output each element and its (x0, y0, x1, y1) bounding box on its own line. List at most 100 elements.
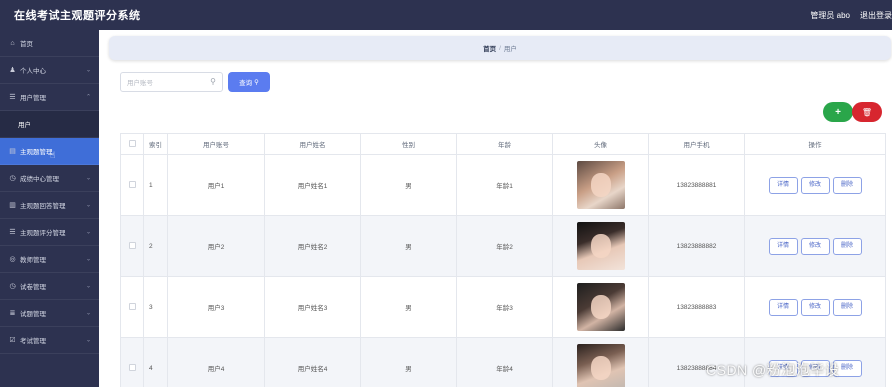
sidebar-item-4[interactable]: ▤ 主观题管理 ☝ (0, 138, 99, 165)
breadcrumb-current: 用户 (503, 46, 517, 53)
table-header-row: 索引 用户账号 用户姓名 性别 年龄 头像 用户手机 操作 (120, 133, 886, 155)
column-header-account: 用户账号 (167, 133, 265, 155)
avatar (576, 161, 625, 209)
column-header-avatar: 头像 (552, 133, 649, 155)
sidebar-item-8[interactable]: ◎ 教师管理 ⌄ (0, 246, 99, 273)
cell-gender: 男 (360, 215, 457, 277)
detail-button[interactable]: 详情 (768, 176, 798, 194)
form-icon: ☑ (9, 337, 16, 344)
watermark: CSDN @粉泡泡毕设 (706, 362, 840, 378)
column-header-index: 索引 (143, 133, 168, 155)
edit-button[interactable]: 修改 (800, 176, 830, 194)
chevron-down-icon: ⌄ (85, 283, 91, 290)
chevron-down-icon: ⌄ (85, 256, 91, 263)
cell-age: 年龄3 (456, 276, 553, 338)
sidebar-item-0[interactable]: ⌂ 首页 (0, 30, 99, 57)
sidebar-item-label: 用户 (18, 122, 31, 129)
search-icon: ⚲ (254, 79, 259, 86)
cell-phone: 13823888882 (648, 215, 745, 277)
cell-account: 用户2 (167, 215, 265, 277)
breadcrumb-home[interactable]: 首页 (483, 43, 496, 53)
delete-button[interactable]: 删除 (832, 237, 862, 255)
app-title: 在线考试主观题评分系统 (14, 10, 141, 22)
cell-index: 4 (143, 337, 168, 387)
row-checkbox-cell[interactable] (120, 337, 144, 387)
sidebar-item-9[interactable]: ◷ 试卷管理 ⌄ (0, 273, 99, 300)
search-icon: ⚲ (210, 77, 216, 86)
sidebar-item-label: 考试管理 (20, 338, 46, 345)
avatar-face (590, 234, 611, 258)
column-header-actions: 操作 (744, 133, 886, 155)
clock-icon: ◷ (9, 175, 16, 182)
search-placeholder: 用户账号 (127, 80, 153, 87)
cell-account: 用户1 (167, 154, 265, 216)
trash-icon: 🗑 (861, 107, 873, 117)
home-icon: ⌂ (10, 39, 15, 47)
admin-user-label: 管理员 abo (810, 10, 850, 20)
row-checkbox[interactable] (128, 241, 136, 249)
avatar (576, 222, 625, 270)
cell-name: 用户姓名4 (264, 337, 361, 387)
sidebar-item-label: 主观题回答管理 (20, 203, 66, 210)
row-checkbox[interactable] (128, 180, 136, 188)
sidebar-item-2[interactable]: ☰ 用户管理 ⌃ (0, 84, 99, 111)
cell-phone: 13823888883 (648, 276, 745, 338)
sidebar-item-7[interactable]: ☰ 主观题评分管理 ⌄ (0, 219, 99, 246)
row-checkbox-cell[interactable] (120, 154, 144, 216)
batch-delete-button[interactable]: 🗑 (852, 102, 882, 122)
search-input[interactable]: 用户账号 ⚲ (120, 72, 223, 92)
row-checkbox[interactable] (128, 302, 136, 310)
detail-button[interactable]: 详情 (768, 298, 798, 316)
delete-button[interactable]: 删除 (832, 176, 862, 194)
cell-account: 用户3 (167, 276, 265, 338)
top-header: 在线考试主观题评分系统 管理员 abo 退出登录 (0, 0, 892, 30)
select-all-checkbox[interactable] (128, 139, 136, 147)
cell-age: 年龄2 (456, 215, 553, 277)
sidebar-item-6[interactable]: ▥ 主观题回答管理 ⌄ (0, 192, 99, 219)
cell-age: 年龄4 (456, 337, 553, 387)
cell-name: 用户姓名2 (264, 215, 361, 277)
row-checkbox-cell[interactable] (120, 276, 144, 338)
sidebar-item-label: 试卷管理 (20, 284, 46, 291)
sidebar-item-5[interactable]: ◷ 成绩中心管理 ⌄ (0, 165, 99, 192)
detail-button[interactable]: 详情 (768, 237, 798, 255)
chevron-up-icon: ⌃ (85, 94, 91, 101)
cell-avatar (552, 337, 649, 387)
sidebar-item-3[interactable]: 用户 (0, 111, 99, 138)
row-checkbox[interactable] (128, 363, 136, 371)
search-button-label: 查询 (239, 80, 253, 87)
add-button[interactable]: + (823, 102, 853, 122)
chevron-down-icon: ⌄ (85, 202, 91, 209)
cell-account: 用户4 (167, 337, 265, 387)
bar-chart-icon: ▥ (9, 202, 16, 209)
sidebar-item-label: 主观题管理 (20, 149, 53, 156)
logout-link[interactable]: 退出登录 (860, 10, 892, 21)
sidebar-item-11[interactable]: ☑ 考试管理 ⌄ (0, 327, 99, 354)
user-icon: ♟ (9, 67, 16, 74)
cell-avatar (552, 154, 649, 216)
cell-name: 用户姓名1 (264, 154, 361, 216)
sidebar-item-1[interactable]: ♟ 个人中心 ⌄ (0, 57, 99, 84)
column-header-name: 用户姓名 (264, 133, 361, 155)
sidebar: ⌂ 首页 ♟ 个人中心 ⌄ ☰ 用户管理 ⌃ 用户 ▤ 主观题管理 ☝ ◷ 成绩中心管理 ⌄ ▥ 主观题回答管理… (0, 30, 99, 387)
user-table: 索引 用户账号 用户姓名 性别 年龄 头像 用户手机 操作 1 用户1 用户姓名1 男… (120, 133, 886, 387)
edit-button[interactable]: 修改 (800, 237, 830, 255)
delete-button[interactable]: 删除 (832, 298, 862, 316)
edit-button[interactable]: 修改 (800, 298, 830, 316)
cell-actions: 详情 修改 删除 (744, 215, 886, 277)
table-row: 2 用户2 用户姓名2 男年龄2 13823888882 详情 修改 删除 (120, 215, 886, 277)
sidebar-item-10[interactable]: ≣ 试题管理 ⌄ (0, 300, 99, 327)
breadcrumb-separator: / (499, 44, 501, 52)
menu-icon: ☰ (9, 229, 16, 236)
select-all-checkbox-cell[interactable] (120, 133, 144, 155)
clock-icon: ◷ (9, 283, 16, 290)
sidebar-item-label: 首页 (20, 41, 33, 48)
settings-icon: ◎ (9, 256, 16, 263)
row-checkbox-cell[interactable] (120, 215, 144, 277)
plus-icon: + (835, 106, 841, 118)
list-icon: ☰ (9, 94, 16, 101)
sidebar-item-label: 成绩中心管理 (20, 176, 59, 183)
cell-actions: 详情 修改 删除 (744, 154, 886, 216)
avatar-face (590, 356, 611, 380)
search-button[interactable]: 查询 ⚲ (228, 72, 270, 92)
